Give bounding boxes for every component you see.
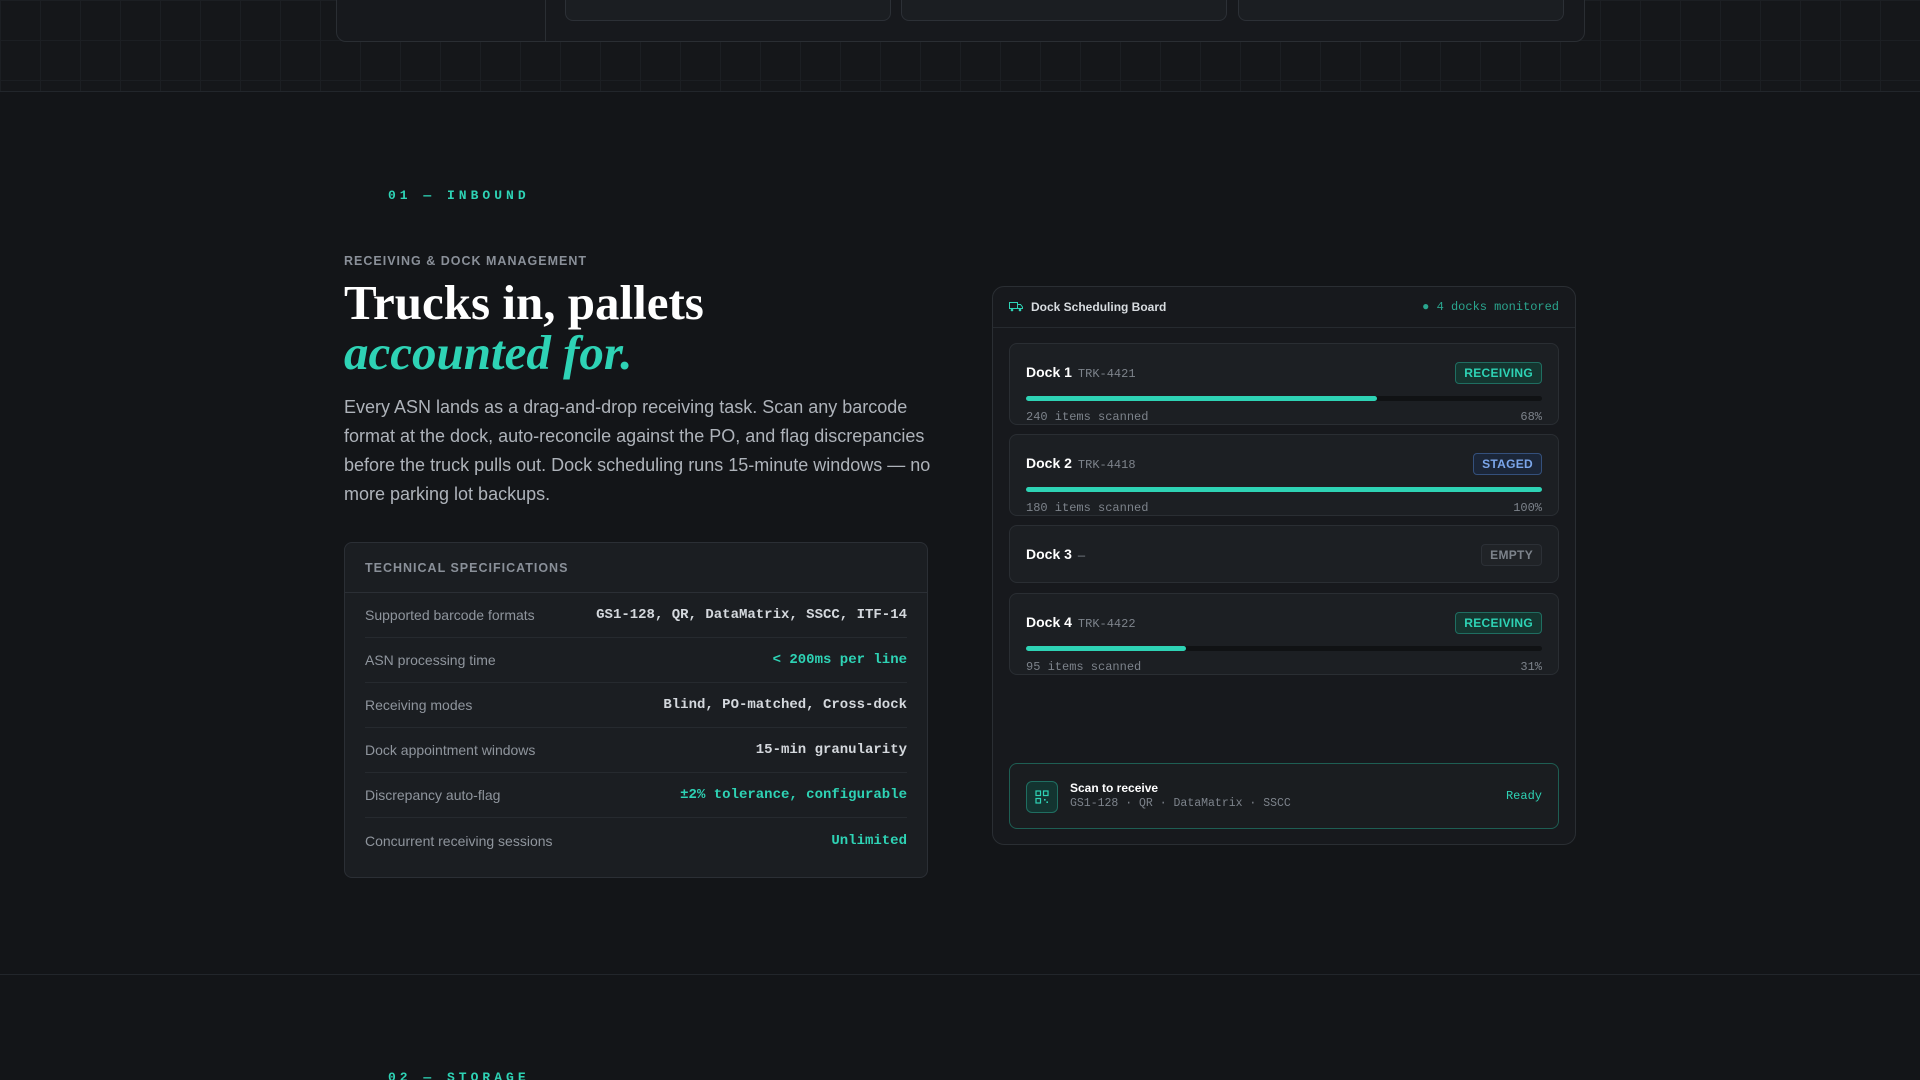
board-header: Dock Scheduling Board ● 4 docks monitore… <box>993 287 1575 328</box>
status-badge: RECEIVING <box>1455 612 1542 634</box>
dock-scheduling-board: Dock Scheduling Board ● 4 docks monitore… <box>992 286 1576 845</box>
board-title: Dock Scheduling Board <box>1009 300 1166 314</box>
spec-value: 15-min granularity <box>755 742 907 758</box>
next-section-eyebrow: 02 — STORAGE <box>388 1070 530 1080</box>
spec-label: Receiving modes <box>365 697 473 713</box>
dock-card[interactable]: Dock 1 TRK-4421 RECEIVING 240 items scanned… <box>1009 343 1559 425</box>
progress-percent: 31% <box>1520 660 1542 674</box>
spec-rows: Supported barcode formats GS1-128, QR, Da… <box>345 593 927 863</box>
qr-code-icon <box>1026 781 1058 813</box>
board-title-label: Dock Scheduling Board <box>1031 300 1167 314</box>
status-badge: RECEIVING <box>1455 362 1542 384</box>
previous-section-band <box>0 0 1920 92</box>
spec-value: GS1-128, QR, DataMatrix, SSCC, ITF-14 <box>596 607 907 623</box>
spec-value: ±2% tolerance, configurable <box>680 787 907 803</box>
dock-card[interactable]: Dock 3 — EMPTY <box>1009 525 1559 583</box>
spec-row: Discrepancy auto-flag ±2% tolerance, conf… <box>365 773 907 818</box>
dock-card[interactable]: Dock 2 TRK-4418 STAGED 180 items scanned 100… <box>1009 434 1559 516</box>
truck-id: TRK-4422 <box>1077 617 1136 631</box>
spec-value: < 200ms per line <box>772 652 907 668</box>
dock-header: Dock 2 TRK-4418 STAGED <box>1026 453 1542 475</box>
section-eyebrow: 01 — INBOUND <box>388 188 530 203</box>
dock-footer: 240 items scanned 68% <box>1026 410 1542 424</box>
spec-row: ASN processing time < 200ms per line <box>365 638 907 683</box>
truck-id: TRK-4418 <box>1077 458 1136 472</box>
items-scanned: 180 items scanned <box>1026 501 1149 515</box>
scan-status: Ready <box>1505 789 1542 803</box>
spec-value: Unlimited <box>831 832 907 849</box>
progress-bar <box>1026 646 1542 651</box>
progress-fill <box>1026 646 1186 651</box>
dock-name: Dock 1 <box>1026 364 1072 380</box>
preview-card <box>1238 0 1564 21</box>
progress-bar <box>1026 487 1542 492</box>
spec-label: Discrepancy auto-flag <box>365 787 501 803</box>
spec-row: Receiving modes Blind, PO-matched, Cross-… <box>365 683 907 728</box>
spec-label: Concurrent receiving sessions <box>365 832 553 849</box>
spec-heading: TECHNICAL SPECIFICATIONS <box>345 543 927 593</box>
dock-identity: Dock 1 TRK-4421 <box>1026 364 1136 382</box>
dock-name: Dock 4 <box>1026 614 1072 630</box>
status-badge: EMPTY <box>1481 544 1542 566</box>
spec-label: ASN processing time <box>365 652 496 668</box>
items-scanned: 240 items scanned <box>1026 410 1149 424</box>
truck-id: TRK-4421 <box>1077 367 1136 381</box>
dock-footer: 180 items scanned 100% <box>1026 501 1542 515</box>
preview-frame-divider <box>545 0 546 41</box>
section-divider <box>0 974 1920 975</box>
spec-label: Dock appointment windows <box>365 742 536 758</box>
progress-fill <box>1026 396 1377 401</box>
technical-specifications-card: TECHNICAL SPECIFICATIONS Supported barco… <box>344 542 928 878</box>
dock-identity: Dock 4 TRK-4422 <box>1026 614 1136 632</box>
progress-bar <box>1026 396 1542 401</box>
truck-icon <box>1009 302 1023 312</box>
dock-name: Dock 2 <box>1026 455 1072 471</box>
section-kicker: RECEIVING & DOCK MANAGEMENT <box>344 254 587 268</box>
progress-percent: 68% <box>1520 410 1542 424</box>
spec-row: Supported barcode formats GS1-128, QR, Da… <box>365 593 907 638</box>
title-line-1: Trucks in, pallets <box>344 275 704 330</box>
section-title: Trucks in, pallets accounted for. <box>344 278 944 378</box>
items-scanned: 95 items scanned <box>1026 660 1142 674</box>
truck-id: — <box>1077 549 1086 563</box>
dock-identity: Dock 2 TRK-4418 <box>1026 455 1136 473</box>
spec-row: Dock appointment windows 15-min granulari… <box>365 728 907 773</box>
section-description: Every ASN lands as a drag-and-drop recei… <box>344 397 931 504</box>
docks-monitored-status: ● 4 docks monitored <box>1422 300 1559 314</box>
dock-header: Dock 4 TRK-4422 RECEIVING <box>1026 612 1542 634</box>
dock-footer: 95 items scanned 31% <box>1026 660 1542 674</box>
spec-value: Blind, PO-matched, Cross-dock <box>663 697 907 713</box>
spec-row: Concurrent receiving sessions Unlimited <box>365 818 907 863</box>
dock-header: Dock 1 TRK-4421 RECEIVING <box>1026 362 1542 384</box>
preview-card <box>901 0 1227 21</box>
dock-name: Dock 3 <box>1026 546 1072 562</box>
dock-card[interactable]: Dock 4 TRK-4422 RECEIVING 95 items scanned 3… <box>1009 593 1559 675</box>
dock-identity: Dock 3 — <box>1026 546 1085 564</box>
scan-title: Scan to receive <box>1070 781 1159 795</box>
scan-to-receive-panel[interactable]: Scan to receive GS1-128 · QR · DataMatri… <box>1009 763 1559 829</box>
title-line-2: accounted for. <box>344 325 633 380</box>
spec-label: Supported barcode formats <box>365 607 535 623</box>
progress-fill <box>1026 487 1542 492</box>
scan-formats: GS1-128 · QR · DataMatrix · SSCC <box>1070 797 1291 810</box>
dock-header: Dock 3 — EMPTY <box>1026 544 1542 566</box>
status-badge: STAGED <box>1473 453 1542 475</box>
preview-card <box>565 0 891 21</box>
progress-percent: 100% <box>1513 501 1542 515</box>
